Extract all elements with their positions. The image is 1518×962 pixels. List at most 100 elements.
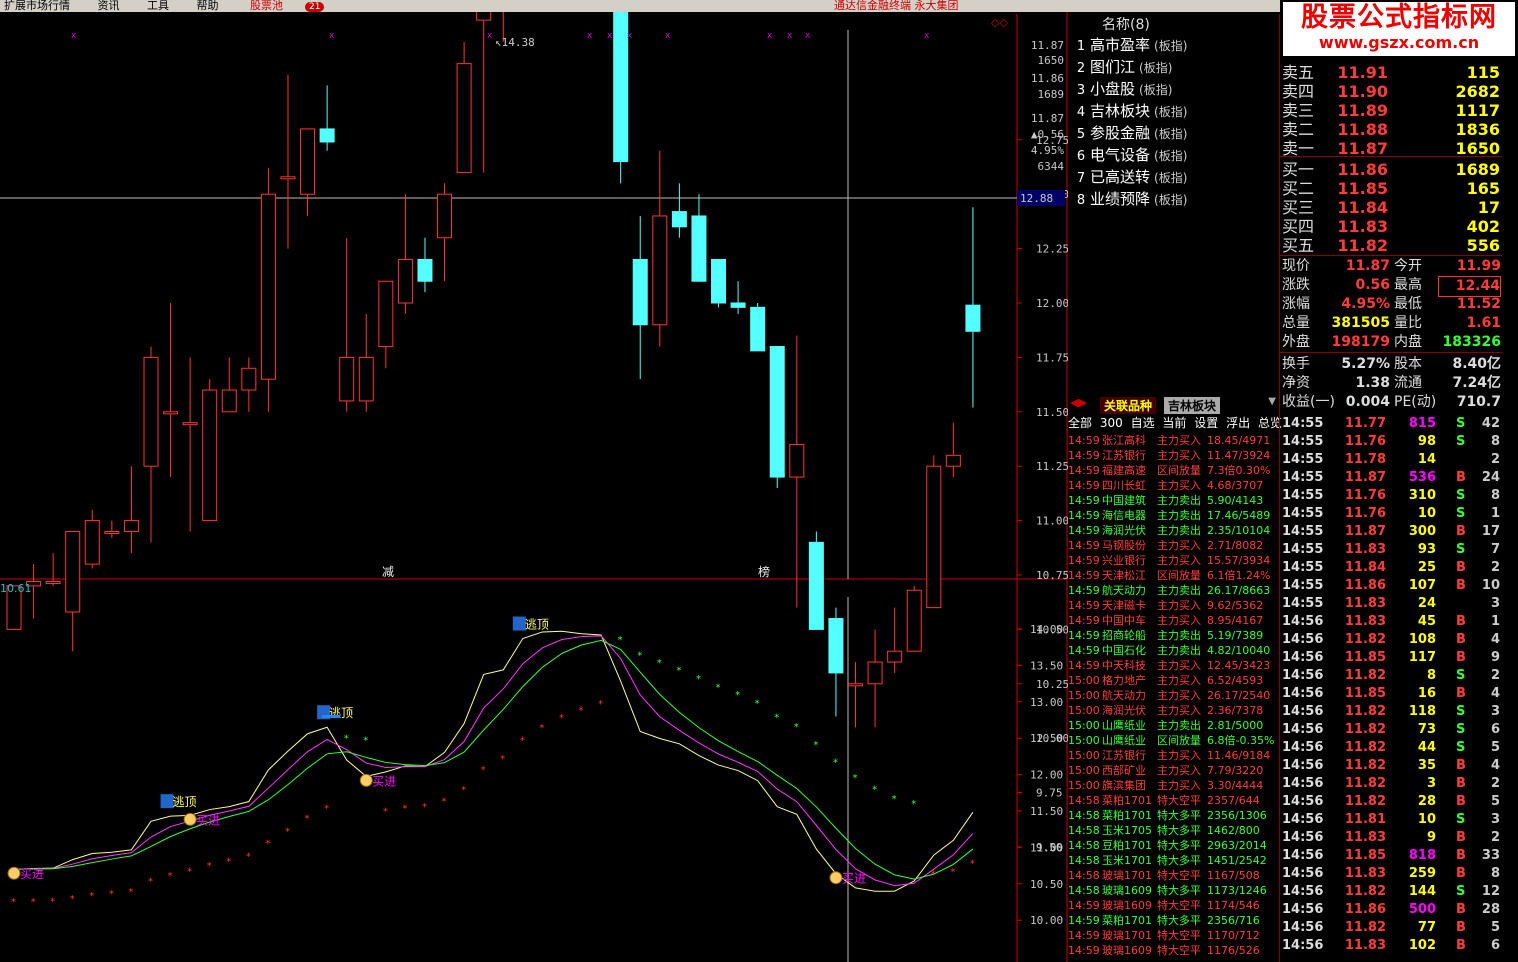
signal-mark: x <box>587 31 593 41</box>
menu-item-tools[interactable]: 工具 <box>143 0 169 12</box>
tick-count: 3 <box>1490 812 1500 827</box>
alert-row[interactable]: 14:58 玉米1701 特大多平 1451/2542 <box>1068 853 1278 868</box>
alert-row[interactable]: 14:59 海信电器 主力卖出 17.46/5489 <box>1068 508 1278 523</box>
sector-number: 2 <box>1076 61 1086 76</box>
alert-row[interactable]: 15:00 海润光伏 主力买入 2.36/7378 <box>1068 703 1278 718</box>
filter-float[interactable]: 浮出 <box>1226 416 1250 430</box>
chart-area[interactable]: ◇◇ x x x x x x x x x x x↖14.38减榜 10.6114.0013.5013… <box>0 12 1068 962</box>
alert-row[interactable]: 14:59 中天科技 主力买入 12.45/3423 <box>1068 658 1278 673</box>
tick-count: 5 <box>1490 920 1500 935</box>
price-axis: 12.7512.5012.2512.0011.7511.5011.2511.00… <box>1017 39 1068 854</box>
ask-row: 卖四 11.90 2682 <box>1280 82 1502 101</box>
alert-row[interactable]: 14:59 兴业银行 主力买入 15.57/3934 <box>1068 553 1278 568</box>
tab-related[interactable]: 关联品种 <box>1100 397 1157 414</box>
alert-row[interactable]: 15:00 旗滨集团 主力买入 3.30/4444 <box>1068 778 1278 793</box>
sector-row[interactable]: 1 高市盈率 (板指) <box>1072 34 1277 56</box>
sector-row[interactable]: 2 图们江 (板指) <box>1072 56 1277 78</box>
tick-count: 4 <box>1490 686 1500 701</box>
watermark-logo: 股票公式指标网 www.gszx.com.cn <box>1283 2 1515 56</box>
sector-row[interactable]: 8 业绩预降 (板指) <box>1072 188 1277 210</box>
tick-count: 5 <box>1490 740 1500 755</box>
alert-value: 18.45/4971 <box>1207 434 1271 447</box>
alert-row[interactable]: 14:59 招商轮船 主力卖出 5.19/7389 <box>1068 628 1278 643</box>
alert-name: 中国建筑 <box>1102 494 1146 507</box>
tick-price: 11.76 <box>1344 488 1386 503</box>
alert-row[interactable]: 14:59 航天动力 主力卖出 26.17/8663 <box>1068 583 1278 598</box>
tick-row: 14:56 11.85 818 B 33 <box>1280 847 1502 865</box>
sector-row[interactable]: 6 电气设备 (板指) <box>1072 144 1277 166</box>
alert-row[interactable]: 14:59 江苏银行 主力买入 11.47/3924 <box>1068 448 1278 463</box>
tick-row: 14:56 11.83 9 B 2 <box>1280 829 1502 847</box>
alert-row[interactable]: 14:59 玻璃1609 特大空平 1174/546 <box>1068 898 1278 913</box>
filter-watchlist[interactable]: 自选 <box>1131 416 1155 430</box>
alert-row[interactable]: 14:59 天津磁卡 主力买入 9.62/5362 <box>1068 598 1278 613</box>
candle <box>456 41 472 173</box>
alert-row[interactable]: 14:58 玉米1705 特大多平 1462/800 <box>1068 823 1278 838</box>
alert-row[interactable]: 14:58 玻璃1701 特大空平 1167/508 <box>1068 868 1278 883</box>
menu-item-info[interactable]: 资讯 <box>94 0 120 12</box>
menu-item-help[interactable]: 帮助 <box>193 0 219 12</box>
alert-row[interactable]: 14:59 福建高速 区间放量 7.3倍0.30% <box>1068 463 1278 478</box>
sector-name: 业绩预降 <box>1090 190 1151 208</box>
sector-row[interactable]: 3 小盘股 (板指) <box>1072 78 1277 100</box>
alert-row[interactable]: 15:00 山鹰纸业 主力卖出 2.81/5000 <box>1068 718 1278 733</box>
alert-time: 15:00 <box>1068 779 1100 792</box>
stock-pool-label: 股票池 <box>250 0 283 12</box>
alert-row[interactable]: 15:00 山鹰纸业 区间放量 6.8倍-0.35% <box>1068 733 1278 748</box>
alert-row[interactable]: 14:59 马钢股份 主力买入 2.71/8082 <box>1068 538 1278 553</box>
alert-row[interactable]: 15:00 航天动力 主力买入 26.17/2540 <box>1068 688 1278 703</box>
alert-row[interactable]: 14:59 海润光伏 主力卖出 2.35/10104 <box>1068 523 1278 538</box>
alert-row[interactable]: 15:00 西部矿业 主力买入 7.79/3220 <box>1068 763 1278 778</box>
sector-type: (板指) <box>1154 171 1188 185</box>
alert-value: 2356/1306 <box>1207 809 1267 822</box>
alert-time: 14:59 <box>1068 584 1100 597</box>
alert-row[interactable]: 14:59 四川长虹 主力买入 4.68/3707 <box>1068 478 1278 493</box>
alert-row[interactable]: 14:59 天津松江 区间放量 6.1倍1.24% <box>1068 568 1278 583</box>
stock-pool-button[interactable]: 股票池 21 <box>242 0 344 12</box>
sector-row[interactable]: 7 已高送转 (板指) <box>1072 166 1277 188</box>
filter-settings[interactable]: 设置 <box>1194 416 1218 430</box>
tick-row: 14:56 11.82 73 S 6 <box>1280 721 1502 739</box>
filter-all[interactable]: 全部 <box>1068 416 1092 430</box>
filter-current[interactable]: 当前 <box>1162 416 1186 430</box>
signal-marker: 买进 <box>359 773 396 788</box>
alert-row[interactable]: 14:58 玻璃1609 特大多平 1173/1246 <box>1068 883 1278 898</box>
tab-scroll-arrows[interactable]: ◀▶ <box>1070 396 1087 409</box>
tick-side: B <box>1456 830 1466 845</box>
indicator-value-label: 10.61 <box>0 582 32 595</box>
tab-sector[interactable]: 吉林板块 <box>1164 397 1221 414</box>
alert-row[interactable]: 14:59 玻璃1701 特大空平 1170/712 <box>1068 928 1278 943</box>
sar-dot: * <box>539 723 544 734</box>
alert-row[interactable]: 14:59 中国石化 主力卖出 4.82/10040 <box>1068 643 1278 658</box>
alert-row[interactable]: 15:00 江苏银行 主力买入 11.46/9184 <box>1068 748 1278 763</box>
chevron-down-icon[interactable]: ▼ <box>1268 396 1276 407</box>
alert-name: 玻璃1701 <box>1102 869 1152 882</box>
filter-300[interactable]: 300 <box>1100 416 1123 430</box>
sar-dot: * <box>853 773 858 784</box>
sector-row[interactable]: 5 参股金融 (板指) <box>1072 122 1277 144</box>
tick-time: 14:56 <box>1282 686 1324 701</box>
alert-row[interactable]: 14:58 豆粕1701 特大多平 2963/2014 <box>1068 838 1278 853</box>
alert-time: 14:59 <box>1068 569 1100 582</box>
sar-dot: * <box>70 894 75 905</box>
sar-dot: * <box>833 758 838 769</box>
alert-row[interactable]: 14:59 中国建筑 主力卖出 5.90/4143 <box>1068 493 1278 508</box>
watermark-title: 股票公式指标网 <box>1301 2 1497 33</box>
alert-name: 招商轮船 <box>1102 629 1146 642</box>
alert-row[interactable]: 14:59 中国中车 主力买入 8.95/4167 <box>1068 613 1278 628</box>
tick-time: 14:56 <box>1282 794 1324 809</box>
quote-row: 换手 5.27% 股本 8.40亿 <box>1280 355 1502 374</box>
alert-value: 11.46/9184 <box>1207 749 1271 762</box>
sector-row[interactable]: 4 吉林板块 (板指) <box>1072 100 1277 122</box>
alert-row[interactable]: 14:58 菜粕1701 特大空平 2357/644 <box>1068 793 1278 808</box>
alert-row[interactable]: 14:59 菜粕1701 特大多平 2356/716 <box>1068 913 1278 928</box>
alert-row[interactable]: 15:00 格力地产 主力买入 6.52/4593 <box>1068 673 1278 688</box>
tick-side: S <box>1456 506 1466 521</box>
alert-row[interactable]: 14:59 玻璃1609 特大空平 1176/526 <box>1068 943 1278 958</box>
menu-item-market[interactable]: 扩展市场行情 <box>0 0 70 12</box>
alert-row[interactable]: 14:58 菜粕1701 特大多平 2356/1306 <box>1068 808 1278 823</box>
alert-row[interactable]: 14:59 张江高科 主力买入 18.45/4971 <box>1068 433 1278 448</box>
sar-dot: * <box>344 733 349 744</box>
tick-volume: 8 <box>1426 668 1436 683</box>
tick-time: 14:55 <box>1282 416 1324 431</box>
